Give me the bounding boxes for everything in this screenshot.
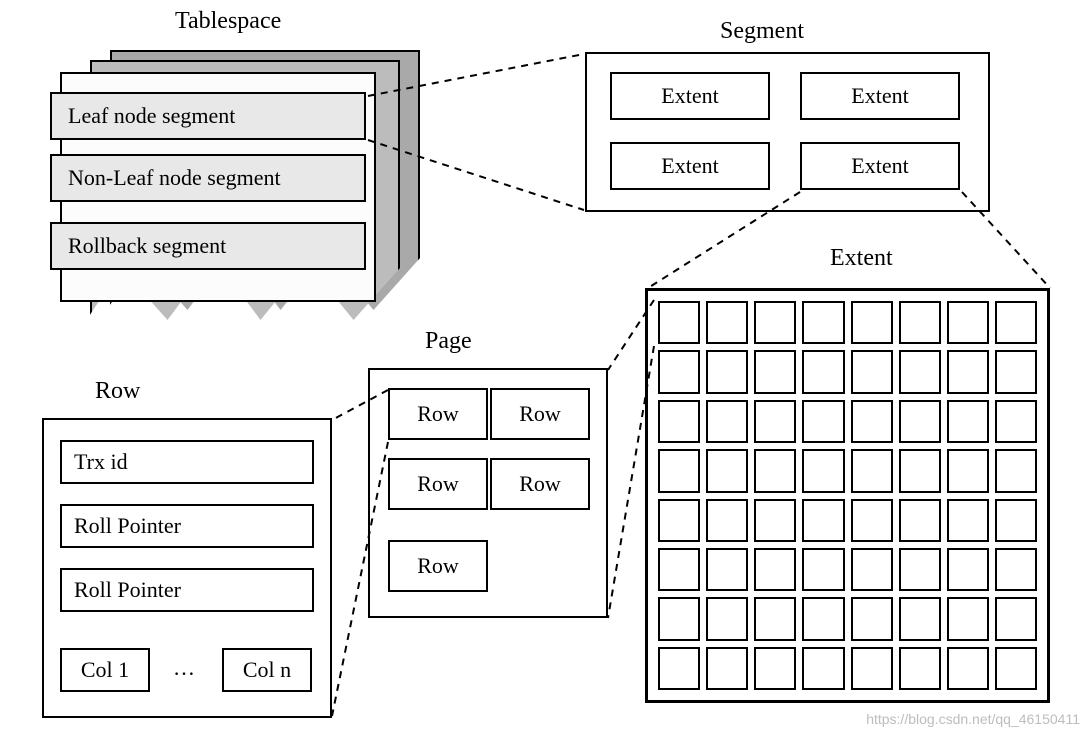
extent-page-cell [754,449,796,492]
extent-page-cell [658,301,700,344]
tablespace-segment-leaf: Leaf node segment [50,92,366,140]
extent-page-cell [706,597,748,640]
extent-page-cell [706,499,748,542]
extent-page-cell [802,499,844,542]
extent-page-cell [947,301,989,344]
extent-page-cell [706,647,748,690]
extent-page-cell [899,301,941,344]
extent-grid [645,288,1050,703]
extent-page-cell [851,647,893,690]
page-row-3: Row [388,458,488,510]
extent-page-cell [947,350,989,393]
segment-extent-3: Extent [610,142,770,190]
row-title: Row [95,378,140,405]
extent-page-cell [947,499,989,542]
page-row-4: Row [490,458,590,510]
extent-page-cell [706,548,748,591]
extent-page-cell [754,301,796,344]
segment-extent-2: Extent [800,72,960,120]
extent-page-cell [851,548,893,591]
page-row-2: Row [490,388,590,440]
extent-page-cell [754,647,796,690]
row-col1: Col 1 [60,648,150,692]
extent-page-cell [995,647,1037,690]
extent-page-cell [899,499,941,542]
segment-extent-1: Extent [610,72,770,120]
extent-title: Extent [830,245,893,272]
page-row-1: Row [388,388,488,440]
extent-page-cell [658,647,700,690]
extent-page-cell [802,400,844,443]
extent-page-cell [851,350,893,393]
page-title: Page [425,328,472,355]
extent-page-cell [658,548,700,591]
segment-title: Segment [720,18,804,45]
segment-extent-4: Extent [800,142,960,190]
extent-page-cell [947,597,989,640]
extent-page-cell [754,499,796,542]
extent-page-cell [899,548,941,591]
extent-page-cell [851,301,893,344]
extent-page-cell [995,301,1037,344]
tablespace-segment-rollback: Rollback segment [50,222,366,270]
row-field-rollptr2: Roll Pointer [60,568,314,612]
extent-page-cell [658,597,700,640]
extent-page-cell [706,400,748,443]
extent-page-cell [802,647,844,690]
extent-page-cell [658,499,700,542]
page-row-5: Row [388,540,488,592]
row-ellipsis: … [173,655,195,681]
extent-page-cell [706,301,748,344]
extent-page-cell [802,350,844,393]
tablespace-title: Tablespace [175,8,281,35]
extent-page-cell [851,499,893,542]
extent-page-cell [899,449,941,492]
extent-page-cell [995,548,1037,591]
extent-page-cell [995,449,1037,492]
extent-page-cell [899,400,941,443]
extent-page-cell [706,350,748,393]
extent-page-cell [754,548,796,591]
extent-page-cell [658,350,700,393]
extent-page-cell [658,449,700,492]
row-coln: Col n [222,648,312,692]
extent-page-cell [802,597,844,640]
extent-page-cell [802,449,844,492]
watermark-text: https://blog.csdn.net/qq_46150411 [866,711,1080,727]
extent-page-cell [802,301,844,344]
extent-page-cell [754,597,796,640]
extent-page-cell [899,350,941,393]
row-field-trxid: Trx id [60,440,314,484]
extent-page-cell [947,400,989,443]
extent-page-cell [995,350,1037,393]
extent-page-cell [658,400,700,443]
tablespace-segment-nonleaf: Non-Leaf node segment [50,154,366,202]
row-field-rollptr1: Roll Pointer [60,504,314,548]
extent-page-cell [754,400,796,443]
extent-page-cell [899,597,941,640]
extent-page-cell [947,647,989,690]
extent-page-cell [851,449,893,492]
extent-page-cell [851,400,893,443]
extent-page-cell [899,647,941,690]
extent-page-cell [947,548,989,591]
extent-page-cell [851,597,893,640]
extent-page-cell [995,597,1037,640]
extent-page-cell [995,400,1037,443]
extent-page-cell [706,449,748,492]
extent-page-cell [947,449,989,492]
extent-page-cell [802,548,844,591]
extent-page-cell [995,499,1037,542]
extent-page-cell [754,350,796,393]
